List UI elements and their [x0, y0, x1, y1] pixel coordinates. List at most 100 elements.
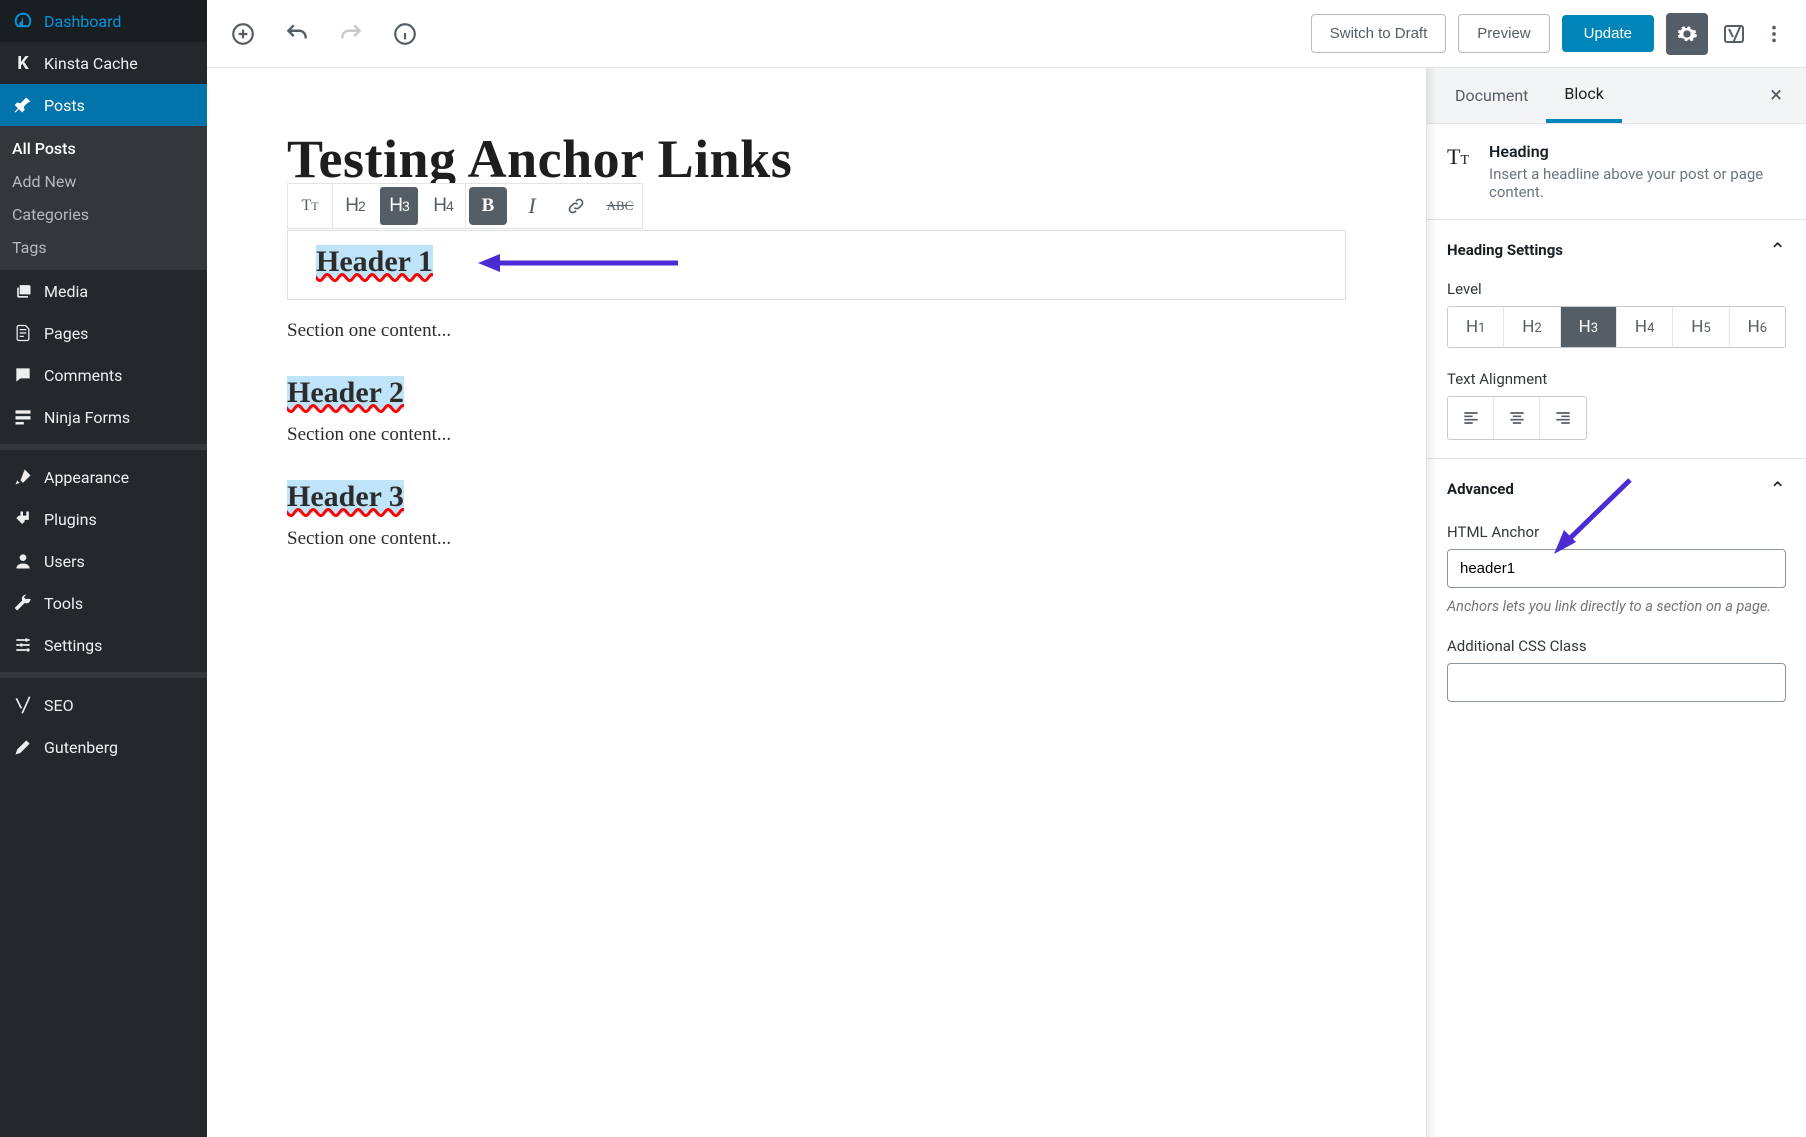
level-h2[interactable]: H2: [1504, 307, 1560, 347]
align-left[interactable]: [1448, 397, 1494, 439]
sidebar-item-label: Users: [44, 552, 85, 571]
posts-sub-all[interactable]: All Posts: [0, 132, 207, 165]
pages-icon: [12, 322, 34, 344]
posts-submenu: All Posts Add New Categories Tags: [0, 126, 207, 270]
heading-level-selector: H1 H2 H3 H4 H5 H6: [1447, 306, 1786, 348]
editor-topbar: Switch to Draft Preview Update: [207, 0, 1806, 68]
sidebar-item-appearance[interactable]: Appearance: [0, 456, 207, 498]
kinsta-icon: K: [12, 52, 34, 74]
heading-3[interactable]: Header 3: [287, 480, 1346, 514]
posts-sub-tags[interactable]: Tags: [0, 231, 207, 264]
paragraph-2[interactable]: Section one content...: [287, 424, 1346, 446]
level-h4[interactable]: H4: [1617, 307, 1673, 347]
redo-button[interactable]: [333, 16, 369, 52]
heading-level-h2[interactable]: H2: [333, 184, 377, 228]
add-block-button[interactable]: [225, 16, 261, 52]
anchor-hint: Anchors lets you link directly to a sect…: [1447, 598, 1786, 615]
sidebar-item-kinsta-cache[interactable]: K Kinsta Cache: [0, 42, 207, 84]
align-center[interactable]: [1494, 397, 1540, 439]
html-anchor-input[interactable]: [1447, 549, 1786, 588]
heading-settings-section: Heading Settings ⌃ Level H1 H2 H3 H4 H5 …: [1427, 220, 1806, 459]
update-button[interactable]: Update: [1562, 15, 1654, 52]
format-strikethrough[interactable]: ABC: [598, 184, 642, 228]
sidebar-item-label: SEO: [44, 696, 74, 715]
editor-canvas[interactable]: Testing Anchor Links TT H2 H3 H4: [207, 68, 1426, 1137]
paragraph-3[interactable]: Section one content...: [287, 528, 1346, 550]
advanced-section: Advanced ⌃ HTML Anchor Anchors lets you …: [1427, 459, 1806, 720]
heading-2[interactable]: Header 2: [287, 376, 1346, 410]
block-description: TT Heading Insert a headline above your …: [1427, 124, 1806, 220]
sidebar-item-pages[interactable]: Pages: [0, 312, 207, 354]
more-options-button[interactable]: [1760, 20, 1788, 48]
sidebar-item-gutenberg[interactable]: Gutenberg: [0, 726, 207, 768]
heading-block-icon: TT: [1447, 144, 1475, 170]
sidebar-item-label: Settings: [44, 636, 102, 655]
level-label: Level: [1447, 280, 1786, 298]
advanced-toggle[interactable]: Advanced ⌃: [1447, 477, 1786, 501]
sidebar-item-label: Media: [44, 282, 88, 301]
posts-sub-categories[interactable]: Categories: [0, 198, 207, 231]
sidebar-item-label: Tools: [44, 594, 83, 613]
sidebar-item-label: Plugins: [44, 510, 97, 529]
level-h6[interactable]: H6: [1730, 307, 1785, 347]
heading-1-text[interactable]: Header 1: [316, 245, 1317, 279]
comment-icon: [12, 364, 34, 386]
sidebar-item-ninja-forms[interactable]: Ninja Forms: [0, 396, 207, 438]
yoast-panel-button[interactable]: [1720, 20, 1748, 48]
sidebar-item-seo[interactable]: SEO: [0, 684, 207, 726]
text-alignment-selector: [1447, 396, 1587, 440]
sliders-icon: [12, 634, 34, 656]
switch-to-draft-button[interactable]: Switch to Draft: [1311, 14, 1447, 53]
pin-icon: [12, 94, 34, 116]
sidebar-item-label: Comments: [44, 366, 122, 385]
preview-button[interactable]: Preview: [1458, 14, 1549, 53]
heading-level-h3[interactable]: H3: [380, 187, 418, 225]
pencil-icon: [12, 736, 34, 758]
sidebar-item-comments[interactable]: Comments: [0, 354, 207, 396]
form-icon: [12, 406, 34, 428]
dashboard-icon: [12, 10, 34, 32]
format-link[interactable]: [554, 184, 598, 228]
format-italic[interactable]: I: [510, 184, 554, 228]
post-title[interactable]: Testing Anchor Links: [287, 128, 1346, 190]
heading-level-h4[interactable]: H4: [421, 184, 465, 228]
inspector-close-button[interactable]: ×: [1756, 73, 1796, 118]
level-h3[interactable]: H3: [1561, 307, 1617, 347]
user-icon: [12, 550, 34, 572]
posts-sub-add[interactable]: Add New: [0, 165, 207, 198]
sidebar-item-settings[interactable]: Settings: [0, 624, 207, 666]
admin-sidebar: Dashboard K Kinsta Cache Posts All Posts…: [0, 0, 207, 1137]
tab-document[interactable]: Document: [1437, 70, 1546, 121]
sidebar-item-label: Appearance: [44, 468, 129, 487]
sidebar-item-label: Kinsta Cache: [44, 54, 138, 73]
sidebar-item-label: Gutenberg: [44, 738, 118, 757]
sidebar-item-tools[interactable]: Tools: [0, 582, 207, 624]
align-right[interactable]: [1540, 397, 1586, 439]
anchor-label: HTML Anchor: [1447, 523, 1786, 541]
level-h1[interactable]: H1: [1448, 307, 1504, 347]
sidebar-item-plugins[interactable]: Plugins: [0, 498, 207, 540]
chevron-up-icon: ⌃: [1769, 477, 1786, 501]
heading-settings-toggle[interactable]: Heading Settings ⌃: [1447, 238, 1786, 262]
info-button[interactable]: [387, 16, 423, 52]
block-type-button[interactable]: TT: [288, 184, 332, 228]
brush-icon: [12, 466, 34, 488]
sidebar-item-users[interactable]: Users: [0, 540, 207, 582]
main-column: Switch to Draft Preview Update Testing A…: [207, 0, 1806, 1137]
block-type-title: Heading: [1489, 142, 1786, 161]
css-class-input[interactable]: [1447, 663, 1786, 702]
sidebar-item-dashboard[interactable]: Dashboard: [0, 0, 207, 42]
paragraph-1[interactable]: Section one content...: [287, 320, 1346, 342]
yoast-icon: [12, 694, 34, 716]
undo-button[interactable]: [279, 16, 315, 52]
inspector-panel: Document Block × TT Heading Insert a hea…: [1426, 68, 1806, 1137]
sidebar-item-media[interactable]: Media: [0, 270, 207, 312]
settings-toggle-button[interactable]: [1666, 13, 1708, 55]
media-icon: [12, 280, 34, 302]
level-h5[interactable]: H5: [1673, 307, 1729, 347]
sidebar-item-label: Pages: [44, 324, 88, 343]
sidebar-item-posts[interactable]: Posts: [0, 84, 207, 126]
tab-block[interactable]: Block: [1546, 68, 1621, 123]
heading-block-selected[interactable]: TT H2 H3 H4 B I: [287, 230, 1346, 300]
format-bold[interactable]: B: [469, 187, 507, 225]
